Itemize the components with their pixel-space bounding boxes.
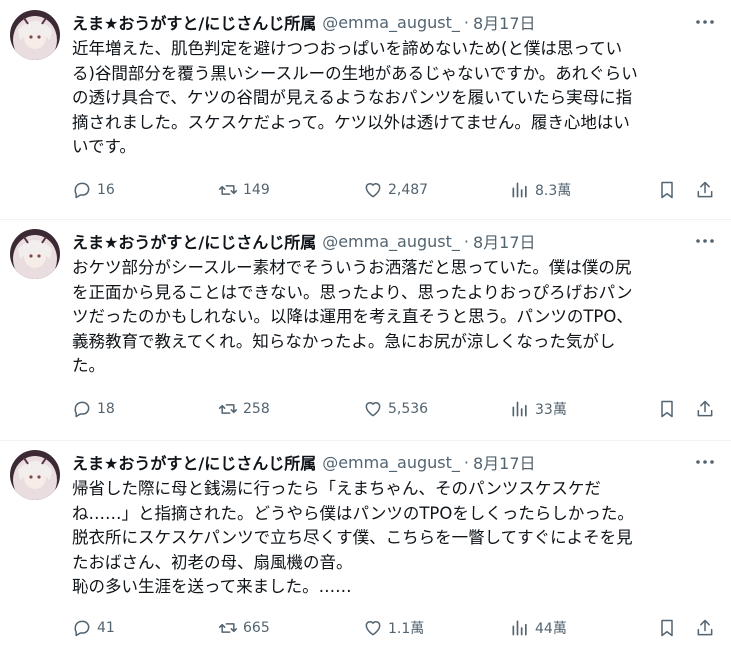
- retweet-count: 665: [243, 620, 270, 636]
- share-button[interactable]: [695, 614, 715, 642]
- bookmark-icon: [661, 619, 673, 637]
- like-count: 1.1萬: [388, 621, 425, 637]
- more-icon[interactable]: [693, 229, 717, 253]
- author-name[interactable]: えま★おうがすと/にじさんじ所属: [72, 10, 316, 34]
- retweet-button[interactable]: 665: [218, 614, 270, 642]
- tweet-header: えま★おうがすと/にじさんじ所属 @emma_august_ · 8月17日: [72, 229, 536, 253]
- reply-count: 16: [97, 182, 115, 198]
- tweet[interactable]: えま★おうがすと/にじさんじ所属 @emma_august_ · 8月17日 近…: [0, 0, 731, 219]
- view-count: 44萬: [535, 621, 567, 637]
- like-button[interactable]: 2,487: [363, 176, 428, 204]
- avatar[interactable]: [10, 10, 60, 60]
- reply-icon: [74, 620, 90, 637]
- action-bar: 41 665 1.1萬 44萬: [72, 614, 722, 642]
- retweet-button[interactable]: 258: [218, 395, 270, 423]
- header-separator: ·: [463, 12, 469, 32]
- share-button[interactable]: [695, 176, 715, 204]
- tweet[interactable]: えま★おうがすと/にじさんじ所属 @emma_august_ · 8月17日 お…: [0, 219, 731, 440]
- tweet-header: えま★おうがすと/にじさんじ所属 @emma_august_ · 8月17日: [72, 10, 536, 34]
- avatar-image: [10, 450, 60, 500]
- bookmark-button[interactable]: [657, 176, 677, 204]
- retweet-icon: [218, 404, 238, 414]
- share-button[interactable]: [695, 395, 715, 423]
- reply-count: 18: [97, 401, 115, 417]
- tweet-date[interactable]: 8月17日: [473, 10, 536, 34]
- view-count: 8.3萬: [535, 183, 572, 199]
- like-button[interactable]: 1.1萬: [363, 614, 424, 642]
- avatar-image: [10, 229, 60, 279]
- reply-button[interactable]: 16: [72, 176, 115, 204]
- views-icon: [512, 620, 527, 636]
- header-separator: ·: [463, 452, 469, 472]
- reply-icon: [74, 401, 90, 418]
- retweet-icon: [218, 623, 238, 633]
- retweet-count: 149: [243, 182, 270, 198]
- views-button[interactable]: 44萬: [510, 614, 567, 642]
- tweet-date[interactable]: 8月17日: [473, 229, 536, 253]
- views-button[interactable]: 8.3萬: [510, 176, 571, 204]
- tweet-text: 帰省した際に母と銭湯に行ったら「えまちゃん、そのパンツスケスケだ ね……」と指摘…: [72, 479, 634, 596]
- tweet-text: 近年増えた、肌色判定を避けつつおっぱいを諦めないため(と僕は思ってい る)谷間部…: [72, 39, 638, 156]
- bookmark-icon: [661, 181, 673, 199]
- tweet-text: おケツ部分がシースルー素材でそういうお洒落だと思っていた。僕は僕の尻 を正面から…: [72, 258, 633, 375]
- views-icon: [512, 182, 527, 198]
- reply-icon: [74, 182, 90, 199]
- heart-icon: [365, 621, 381, 636]
- bookmark-button[interactable]: [657, 614, 677, 642]
- avatar[interactable]: [10, 450, 60, 500]
- reply-count: 41: [97, 620, 115, 636]
- like-button[interactable]: 5,536: [363, 395, 428, 423]
- bookmark-button[interactable]: [657, 395, 677, 423]
- avatar-image: [10, 10, 60, 60]
- retweet-button[interactable]: 149: [218, 176, 270, 204]
- author-name[interactable]: えま★おうがすと/にじさんじ所属: [72, 229, 316, 253]
- header-separator: ·: [463, 231, 469, 251]
- tweet[interactable]: えま★おうがすと/にじさんじ所属 @emma_august_ · 8月17日 帰…: [0, 440, 731, 653]
- share-icon: [697, 400, 713, 417]
- author-handle[interactable]: @emma_august_: [322, 453, 460, 472]
- tweet-date[interactable]: 8月17日: [473, 450, 536, 474]
- action-bar: 16 149 2,487 8.3萬: [72, 176, 722, 204]
- views-icon: [512, 401, 527, 417]
- retweet-count: 258: [243, 401, 270, 417]
- bookmark-icon: [661, 400, 673, 418]
- author-handle[interactable]: @emma_august_: [322, 232, 460, 251]
- heart-icon: [365, 183, 381, 198]
- retweet-icon: [218, 185, 238, 195]
- reply-button[interactable]: 18: [72, 395, 115, 423]
- author-name[interactable]: えま★おうがすと/にじさんじ所属: [72, 450, 316, 474]
- more-icon[interactable]: [693, 10, 717, 34]
- heart-icon: [365, 402, 381, 417]
- views-button[interactable]: 33萬: [510, 395, 567, 423]
- share-icon: [697, 181, 713, 198]
- like-count: 5,536: [388, 401, 429, 417]
- share-icon: [697, 619, 713, 636]
- action-bar: 18 258 5,536 33萬: [72, 395, 722, 423]
- view-count: 33萬: [535, 402, 567, 418]
- author-handle[interactable]: @emma_august_: [322, 13, 460, 32]
- avatar[interactable]: [10, 229, 60, 279]
- more-icon[interactable]: [693, 450, 717, 474]
- like-count: 2,487: [388, 182, 429, 198]
- reply-button[interactable]: 41: [72, 614, 115, 642]
- tweet-header: えま★おうがすと/にじさんじ所属 @emma_august_ · 8月17日: [72, 450, 536, 474]
